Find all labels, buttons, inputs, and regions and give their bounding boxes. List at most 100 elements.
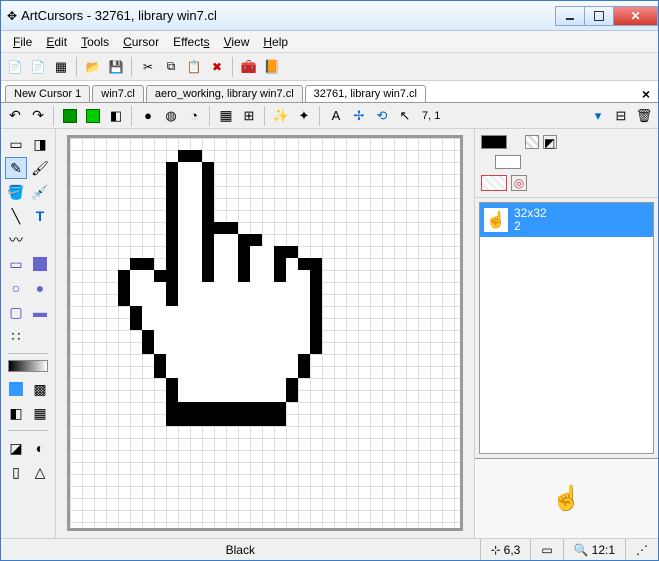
- close-tab-icon[interactable]: ×: [642, 86, 650, 102]
- status-grip[interactable]: ⋰: [625, 539, 658, 560]
- save-button[interactable]: [106, 57, 126, 77]
- status-color: Black: [1, 539, 480, 560]
- line-tool[interactable]: ╲: [5, 205, 27, 227]
- new-button[interactable]: [5, 57, 25, 77]
- crosshair-icon: ⊹: [491, 543, 501, 557]
- wand-button[interactable]: ✨: [271, 106, 291, 126]
- curve-tool[interactable]: 〰: [5, 229, 27, 251]
- about-button[interactable]: 📙: [262, 57, 282, 77]
- 3d-cyl-tool[interactable]: ▯: [5, 461, 27, 483]
- inverse-swatch[interactable]: ◩: [543, 135, 557, 149]
- select-rect-tool[interactable]: ▭: [5, 133, 27, 155]
- undo-button[interactable]: [5, 106, 25, 126]
- transparent-swatch[interactable]: [525, 135, 539, 149]
- gradient-preview[interactable]: [8, 360, 48, 372]
- new-lib-button[interactable]: [28, 57, 48, 77]
- spray-tool[interactable]: ∷: [5, 325, 27, 347]
- sel-trans-swatch[interactable]: [481, 175, 507, 191]
- blank1-tool[interactable]: [29, 229, 51, 251]
- menu-effects[interactable]: Effects: [167, 33, 215, 51]
- bg-swap-button[interactable]: [83, 106, 103, 126]
- move-button[interactable]: ✢: [349, 106, 369, 126]
- grid-button[interactable]: [216, 106, 236, 126]
- right-panel: ◩ ◎ ☝ 32x32 2 ☝: [474, 129, 658, 538]
- menubar: File Edit Tools Cursor Effects View Help: [1, 31, 658, 53]
- menu-file[interactable]: File: [7, 33, 38, 51]
- paste-button[interactable]: [184, 57, 204, 77]
- sphere-button[interactable]: ●: [138, 106, 158, 126]
- solid-mode[interactable]: [5, 378, 27, 400]
- fill-tool[interactable]: 🪣: [5, 181, 27, 203]
- status-sel: ▭: [530, 539, 562, 560]
- delete-button[interactable]: [207, 57, 227, 77]
- tab-3[interactable]: 32761, library win7.cl: [305, 85, 426, 102]
- hotspot-button[interactable]: ↖: [395, 106, 415, 126]
- drop-button[interactable]: ◔: [184, 106, 204, 126]
- grad-mode[interactable]: ◧: [5, 402, 27, 424]
- window-title: ArtCursors - 32761, library win7.cl: [17, 8, 556, 23]
- eraser-tool[interactable]: ◨: [29, 133, 51, 155]
- menu-view[interactable]: View: [218, 33, 256, 51]
- color-swatch-pair[interactable]: [481, 135, 521, 169]
- pencil-tool[interactable]: ✎: [5, 157, 27, 179]
- status-pos: ⊹6,3: [480, 539, 531, 560]
- size-down-button[interactable]: ▾: [588, 106, 608, 126]
- fillroundrect-tool[interactable]: ▬: [29, 301, 51, 323]
- redo-button[interactable]: [28, 106, 48, 126]
- background-swatch[interactable]: [495, 155, 521, 169]
- thumb-icon: ☝: [484, 208, 508, 232]
- 3d-cube-tool[interactable]: ◪: [5, 437, 27, 459]
- menu-cursor[interactable]: Cursor: [117, 33, 165, 51]
- preview-pane: ☝: [475, 458, 658, 538]
- brush-tool[interactable]: 🖌: [29, 157, 51, 179]
- pixel-canvas[interactable]: [67, 135, 463, 531]
- status-zoom: 🔍12:1: [563, 539, 625, 560]
- close-button[interactable]: [613, 6, 658, 26]
- 3d-cone-tool[interactable]: △: [29, 461, 51, 483]
- ring-button[interactable]: ◍: [161, 106, 181, 126]
- cube-button[interactable]: ◧: [106, 106, 126, 126]
- grid2-button[interactable]: ⊞: [239, 106, 259, 126]
- roundrect-tool[interactable]: ▢: [5, 301, 27, 323]
- fillrect-tool[interactable]: [29, 253, 51, 275]
- minimize-button[interactable]: [555, 6, 585, 26]
- open-button[interactable]: [83, 57, 103, 77]
- new-cursor-button[interactable]: ▦: [51, 57, 71, 77]
- dither-mode[interactable]: ▩: [29, 378, 51, 400]
- help-button[interactable]: 🧰: [239, 57, 259, 77]
- editor-toolbar: ◧ ● ◍ ◔ ⊞ ✨ ✦ A ✢ ⟲ ↖ 7, 1 ▾ ⊟ 🗑: [1, 103, 658, 129]
- tab-0[interactable]: New Cursor 1: [5, 85, 90, 102]
- prev-frame-button[interactable]: ⊟: [611, 106, 631, 126]
- target-swatch[interactable]: ◎: [511, 175, 527, 191]
- rotate-button[interactable]: ⟲: [372, 106, 392, 126]
- foreground-swatch[interactable]: [481, 135, 507, 149]
- item-colors: 2: [514, 220, 547, 233]
- copy-button[interactable]: [161, 57, 181, 77]
- image-list[interactable]: ☝ 32x32 2: [479, 202, 654, 454]
- text-tool[interactable]: T: [29, 205, 51, 227]
- titlebar[interactable]: ✥ ArtCursors - 32761, library win7.cl: [1, 1, 658, 31]
- menu-tools[interactable]: Tools: [75, 33, 115, 51]
- tab-2[interactable]: aero_working, library win7.cl: [146, 85, 303, 102]
- next-frame-button[interactable]: 🗑: [634, 106, 654, 126]
- 3d-sphere-tool[interactable]: ◐: [29, 437, 51, 459]
- blank2-tool[interactable]: [29, 325, 51, 347]
- picker-tool[interactable]: 💉: [29, 181, 51, 203]
- ellipse-tool[interactable]: ○: [5, 277, 27, 299]
- canvas-area: [56, 129, 474, 538]
- cut-button[interactable]: [138, 57, 158, 77]
- image-list-item[interactable]: ☝ 32x32 2: [480, 203, 653, 237]
- maximize-button[interactable]: [584, 6, 614, 26]
- app-window: ✥ ArtCursors - 32761, library win7.cl Fi…: [0, 0, 659, 561]
- pattern-mode[interactable]: ▦: [29, 402, 51, 424]
- fillellipse-tool[interactable]: ●: [29, 277, 51, 299]
- tool-palette: ▭ ◨ ✎ 🖌 🪣 💉 ╲ T 〰 ▭ ○ ● ▢ ▬ ∷: [1, 129, 56, 538]
- menu-help[interactable]: Help: [257, 33, 294, 51]
- text-preview-button[interactable]: A: [326, 106, 346, 126]
- menu-edit[interactable]: Edit: [40, 33, 73, 51]
- tab-1[interactable]: win7.cl: [92, 85, 144, 102]
- fg-swap-button[interactable]: [60, 106, 80, 126]
- selection-icon: ▭: [541, 543, 552, 557]
- wand2-button[interactable]: ✦: [294, 106, 314, 126]
- rect-tool[interactable]: ▭: [5, 253, 27, 275]
